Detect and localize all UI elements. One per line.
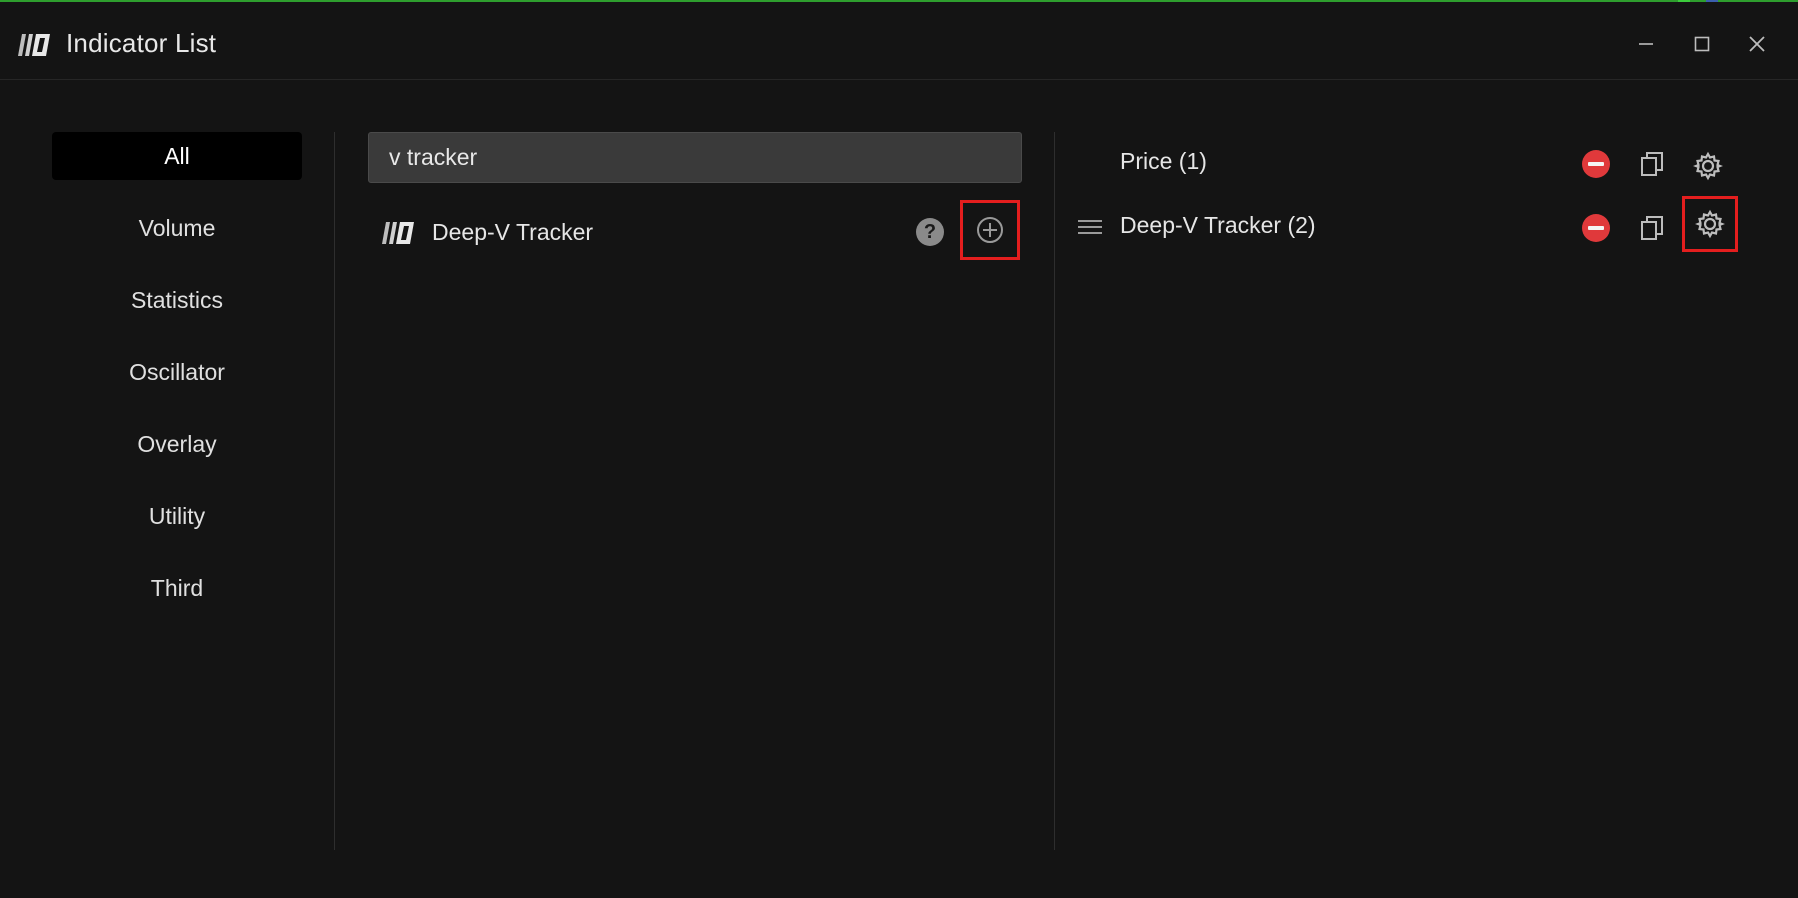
copy-icon[interactable]	[1638, 214, 1666, 242]
brand-logo-icon	[382, 222, 414, 244]
copy-icon[interactable]	[1638, 150, 1666, 178]
maximize-icon	[1694, 36, 1710, 52]
brand-logo-icon	[18, 34, 50, 56]
result-name: Deep-V Tracker	[432, 219, 594, 245]
maximize-button[interactable]	[1680, 24, 1724, 64]
minimize-button[interactable]	[1624, 24, 1668, 64]
close-icon	[1749, 36, 1765, 52]
settings-button[interactable]	[1686, 144, 1730, 188]
remove-icon	[1588, 226, 1604, 230]
search-input[interactable]	[389, 144, 1001, 171]
remove-icon	[1588, 162, 1604, 166]
indicator-label: Deep-V Tracker (2)	[1120, 212, 1316, 238]
title-bar: Indicator List	[0, 2, 1798, 80]
category-utility[interactable]: Utility	[52, 492, 302, 540]
help-icon[interactable]: ?	[916, 218, 944, 246]
category-overlay[interactable]: Overlay	[52, 420, 302, 468]
add-indicator-button[interactable]	[960, 200, 1020, 260]
remove-button[interactable]	[1582, 214, 1610, 242]
result-item[interactable]: Deep-V Tracker ?	[382, 200, 1022, 260]
category-third[interactable]: Third	[52, 564, 302, 612]
category-volume[interactable]: Volume	[52, 204, 302, 252]
category-oscillator[interactable]: Oscillator	[52, 348, 302, 396]
indicator-list-window: Indicator List All Volume Statistics Osc…	[0, 0, 1798, 898]
add-circle-icon	[977, 217, 1003, 243]
close-button[interactable]	[1735, 24, 1779, 64]
category-statistics[interactable]: Statistics	[52, 276, 302, 324]
search-box[interactable]	[368, 132, 1022, 183]
active-indicator-row[interactable]: Deep-V Tracker (2)	[1074, 196, 1738, 252]
settings-button[interactable]	[1682, 196, 1738, 252]
column-divider	[334, 132, 335, 850]
column-divider	[1054, 132, 1055, 850]
gear-icon	[1693, 151, 1723, 181]
category-list: All Volume Statistics Oscillator Overlay…	[52, 132, 302, 636]
minimize-icon	[1639, 43, 1653, 45]
gear-icon	[1695, 209, 1725, 239]
drag-handle-icon[interactable]	[1078, 220, 1102, 234]
indicator-label: Price (1)	[1120, 148, 1207, 174]
active-indicator-row[interactable]: Price (1)	[1074, 138, 1734, 188]
window-title: Indicator List	[66, 28, 217, 58]
category-all[interactable]: All	[52, 132, 302, 180]
remove-button[interactable]	[1582, 150, 1610, 178]
